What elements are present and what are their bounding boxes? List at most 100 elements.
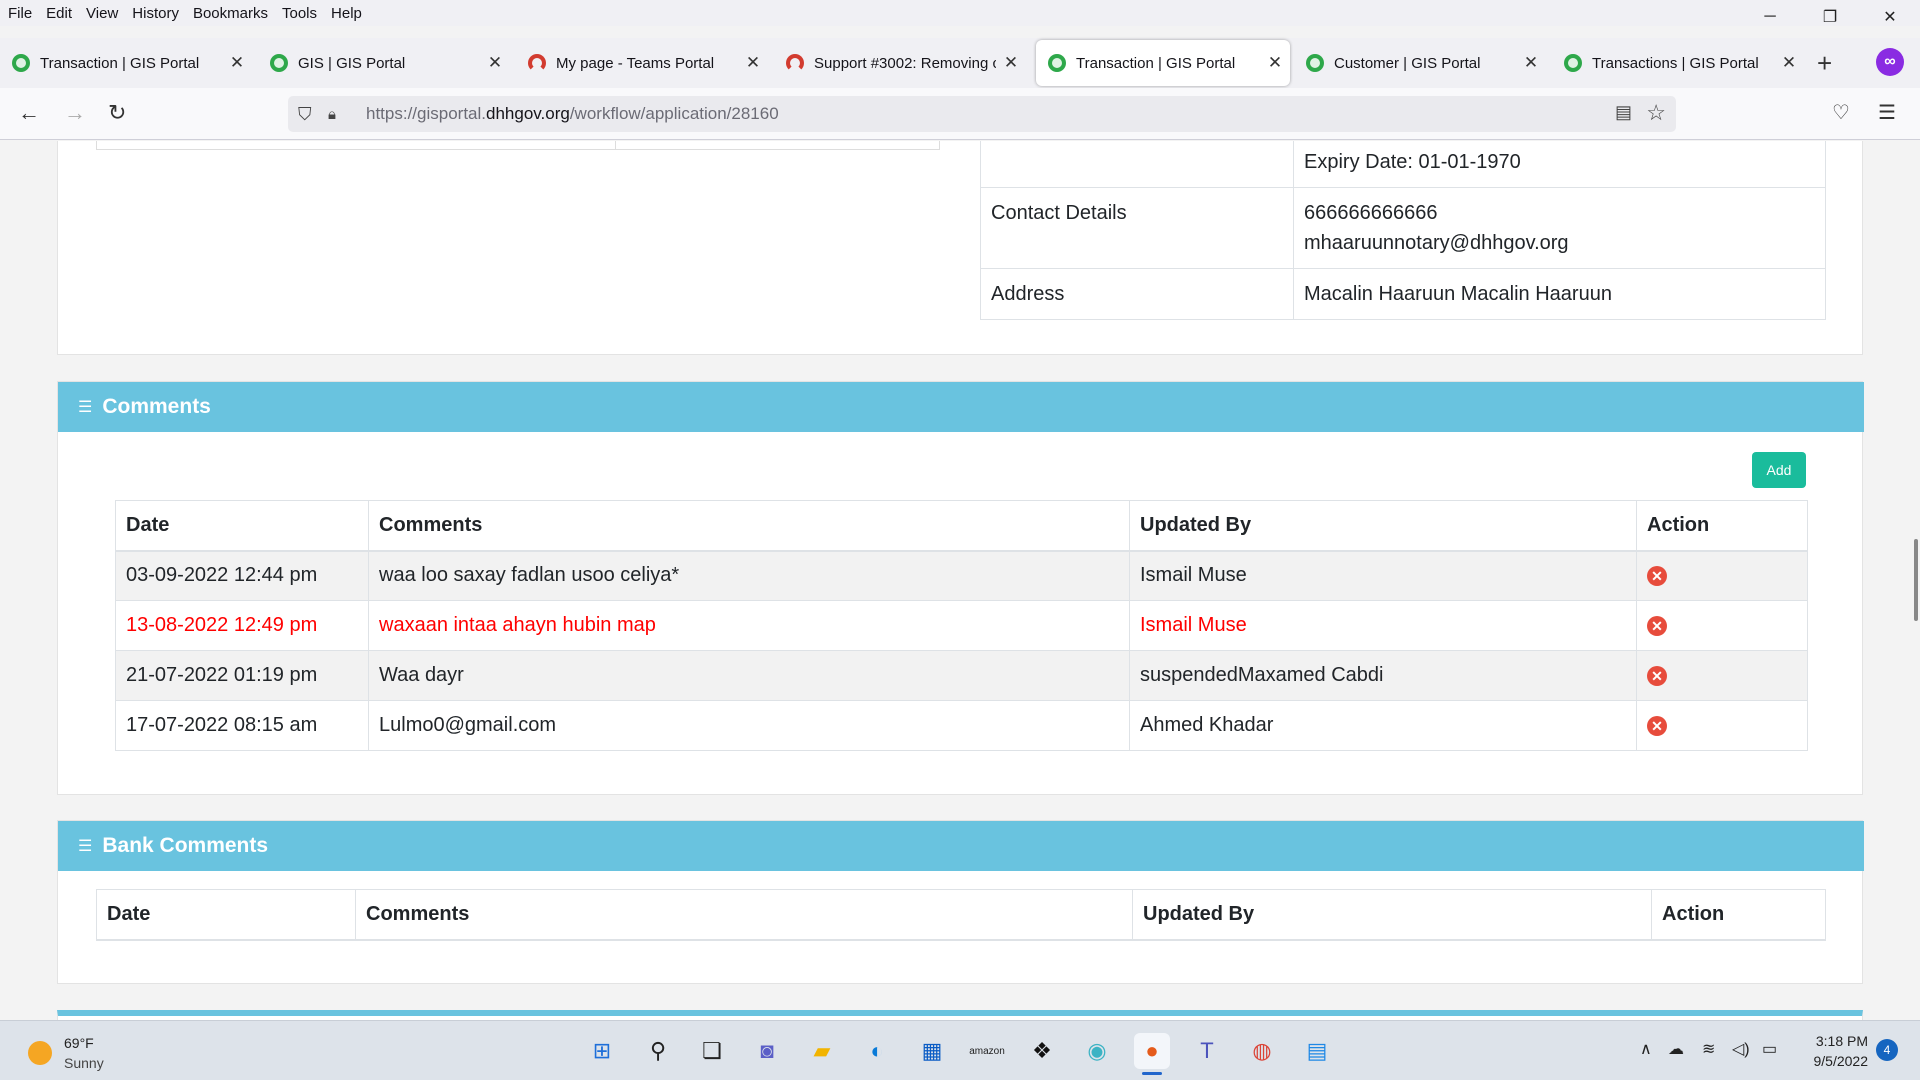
dropbox-icon[interactable]: ❖: [1024, 1033, 1060, 1069]
menu-tools[interactable]: Tools: [274, 5, 323, 22]
task-view-icon[interactable]: ❏: [694, 1033, 730, 1069]
url-domain: dhhgov.org: [486, 104, 570, 123]
tray-chevron-up-icon[interactable]: ∧: [1640, 1039, 1652, 1059]
menu-help[interactable]: Help: [323, 5, 368, 22]
comments-card: ☰ Comments Add Date Comments Updated By …: [57, 381, 1864, 795]
comment-text: Lulmo0@gmail.com: [368, 700, 1130, 751]
table-row: 03-09-2022 12:44 pm waa loo saxay fadlan…: [115, 550, 1808, 601]
tab-close-icon[interactable]: ✕: [1260, 53, 1290, 73]
table-header-row: Date Comments Updated By Action: [115, 500, 1808, 552]
address-bar[interactable]: ⛉ 🔒︎ https://gisportal.dhhgov.org/workfl…: [288, 96, 1676, 132]
delete-icon[interactable]: ✕: [1647, 716, 1667, 736]
battery-icon[interactable]: ▭: [1762, 1039, 1777, 1059]
comment-author: Ismail Muse: [1129, 600, 1637, 651]
tab-transactions[interactable]: Transactions | GIS Portal ✕: [1552, 40, 1804, 86]
chrome-icon[interactable]: ◍: [1244, 1033, 1280, 1069]
file-explorer-icon[interactable]: ▰: [804, 1033, 840, 1069]
tab-close-icon[interactable]: ✕: [738, 53, 768, 73]
list-icon: ☰: [78, 838, 93, 855]
page-scrollbar[interactable]: [1914, 539, 1918, 621]
tab-transaction-1[interactable]: Transaction | GIS Portal ✕: [0, 40, 252, 86]
extension-icon[interactable]: ∞: [1876, 48, 1904, 76]
notification-badge[interactable]: 4: [1876, 1039, 1898, 1061]
tab-gis[interactable]: GIS | GIS Portal ✕: [258, 40, 510, 86]
onedrive-icon[interactable]: ☁: [1668, 1039, 1684, 1059]
menu-bookmarks[interactable]: Bookmarks: [185, 5, 274, 22]
window-controls: ─ ❐ ✕: [1740, 0, 1920, 34]
tab-close-icon[interactable]: ✕: [1774, 53, 1804, 73]
reload-icon[interactable]: ↻: [108, 100, 126, 126]
weather-temperature: 69°F: [64, 1035, 94, 1051]
add-comment-button[interactable]: Add: [1752, 452, 1806, 488]
bank-comments-header: ☰ Bank Comments: [58, 821, 1864, 871]
address-row: Address Macalin Haaruun Macalin Haaruun: [980, 268, 1826, 320]
tab-title: Transaction | GIS Portal: [40, 54, 200, 72]
tab-my-page[interactable]: My page - Teams Portal ✕: [516, 40, 768, 86]
teams-icon[interactable]: T: [1189, 1033, 1225, 1069]
amazon-icon[interactable]: amazon: [969, 1033, 1005, 1069]
firefox-icon[interactable]: ●: [1134, 1033, 1170, 1075]
tab-close-icon[interactable]: ✕: [222, 53, 252, 73]
store-icon[interactable]: ▦: [914, 1033, 950, 1069]
weather-widget[interactable]: 69°F Sunny: [28, 1033, 104, 1073]
navigation-bar: ← → ↻ ⛉ 🔒︎ https://gisportal.dhhgov.org/…: [0, 88, 1920, 140]
address-value: Macalin Haaruun Macalin Haaruun: [1293, 268, 1826, 320]
contact-value: 666666666666 mhaaruunnotary@dhhgov.org: [1293, 187, 1826, 269]
wifi-icon[interactable]: ≋: [1702, 1039, 1715, 1059]
tab-transaction-active[interactable]: Transaction | GIS Portal ✕: [1036, 40, 1290, 86]
gis-portal-favicon-icon: [1564, 54, 1582, 72]
volume-icon[interactable]: ◁): [1732, 1039, 1750, 1059]
applicant-info-table: Expiry Date: 01-01-1970 Contact Details …: [980, 141, 1826, 320]
comment-date: 03-09-2022 12:44 pm: [115, 550, 369, 601]
tab-title: My page - Teams Portal: [556, 54, 715, 72]
lock-icon[interactable]: 🔒︎: [328, 106, 350, 123]
reader-view-icon[interactable]: ▤: [1615, 102, 1632, 123]
contact-row: Contact Details 666666666666 mhaaruunnota…: [980, 187, 1826, 269]
tab-close-icon[interactable]: ✕: [480, 53, 510, 73]
back-icon[interactable]: ←: [18, 100, 40, 126]
forward-icon[interactable]: →: [64, 100, 86, 126]
system-clock[interactable]: 3:18 PM 9/5/2022: [1802, 1031, 1869, 1071]
contact-phone: 666666666666: [1304, 202, 1438, 224]
tab-close-icon[interactable]: ✕: [996, 53, 1026, 73]
edge-icon[interactable]: ◐: [859, 1033, 895, 1069]
new-tab-icon[interactable]: +: [1817, 48, 1832, 79]
delete-icon[interactable]: ✕: [1647, 566, 1667, 587]
minimize-icon[interactable]: ─: [1740, 0, 1800, 34]
col-date: Date: [96, 889, 356, 941]
action-cell: ✕: [1636, 650, 1808, 701]
menu-history[interactable]: History: [124, 5, 185, 22]
menu-file[interactable]: File: [0, 5, 38, 22]
tab-close-icon[interactable]: ✕: [1516, 53, 1546, 73]
comment-text: waa loo saxay fadlan usoo celiya*: [368, 550, 1130, 601]
col-action: Action: [1636, 500, 1808, 552]
restore-icon[interactable]: ❐: [1800, 0, 1860, 34]
delete-icon[interactable]: ✕: [1647, 666, 1667, 686]
tab-support[interactable]: Support #3002: Removing co ✕: [774, 40, 1026, 86]
start-icon[interactable]: ⊞: [584, 1033, 620, 1069]
pocket-icon[interactable]: ♡: [1832, 100, 1850, 125]
delete-icon[interactable]: ✕: [1647, 616, 1667, 636]
gis-portal-favicon-icon: [270, 54, 288, 72]
tab-title: Transactions | GIS Portal: [1592, 54, 1759, 72]
comment-date: 21-07-2022 01:19 pm: [115, 650, 369, 701]
teams-portal-favicon-icon: [786, 54, 804, 72]
chat-icon[interactable]: ◙: [749, 1033, 785, 1069]
bookmark-star-icon[interactable]: ☆: [1646, 100, 1666, 126]
messaging-icon[interactable]: ◉: [1079, 1033, 1115, 1069]
gis-portal-favicon-icon: [1306, 54, 1324, 72]
close-window-icon[interactable]: ✕: [1860, 0, 1920, 34]
search-icon[interactable]: ⚲: [640, 1033, 676, 1069]
menu-edit[interactable]: Edit: [38, 5, 78, 22]
tab-customer[interactable]: Customer | GIS Portal ✕: [1294, 40, 1546, 86]
notepad-icon[interactable]: ▤: [1299, 1033, 1335, 1069]
clock-time: 3:18 PM: [1815, 1033, 1868, 1049]
tracking-protection-icon[interactable]: ⛉: [298, 104, 320, 125]
col-action: Action: [1651, 889, 1826, 941]
table-header-row: Date Comments Updated By Action: [96, 889, 1826, 941]
menu-view[interactable]: View: [78, 5, 124, 22]
address-label: Address: [980, 268, 1294, 320]
url-text[interactable]: https://gisportal.dhhgov.org/workflow/ap…: [366, 104, 779, 124]
hamburger-menu-icon[interactable]: ☰: [1878, 100, 1896, 125]
active-indicator: [1142, 1072, 1162, 1075]
